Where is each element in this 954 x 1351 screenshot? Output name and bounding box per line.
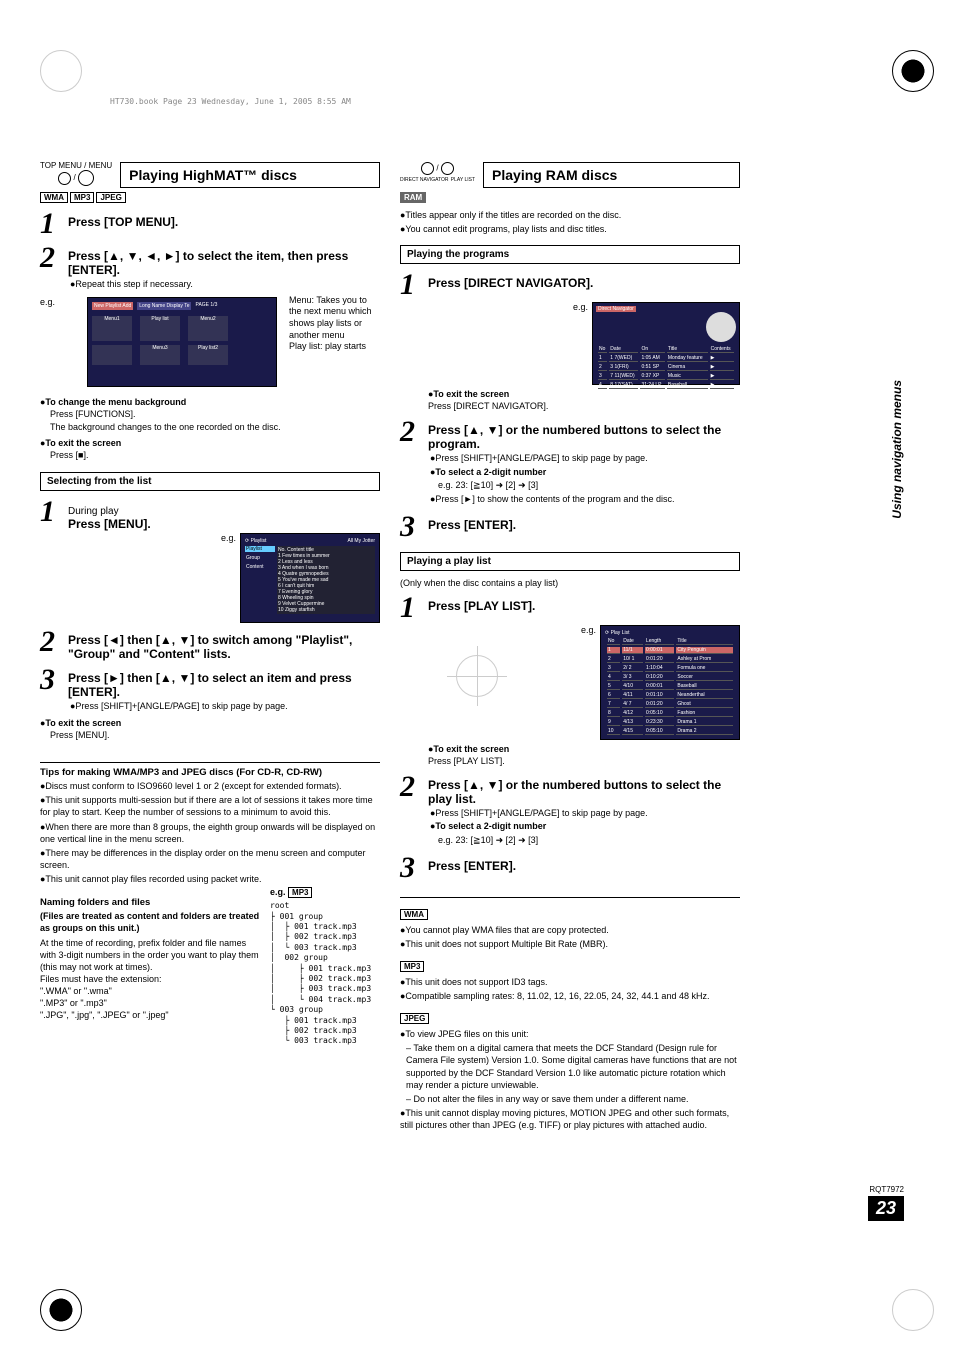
step-text: Press [▲, ▼, ◄, ►] to select the item, t… bbox=[68, 249, 380, 293]
step-number: 3 bbox=[400, 853, 420, 883]
step-number: 3 bbox=[400, 512, 420, 542]
manual-page-23: HT730.book Page 23 Wednesday, June 1, 20… bbox=[0, 0, 954, 1351]
tag-jpeg: JPEG bbox=[96, 192, 125, 203]
crop-mark bbox=[892, 1289, 934, 1331]
highmat-menu-screenshot: New Playlist Add Long Name Display Te PA… bbox=[87, 297, 277, 387]
tag-mp3: MP3 bbox=[400, 961, 424, 972]
step-number: 1 bbox=[400, 593, 420, 623]
crop-mark bbox=[40, 1289, 82, 1331]
step-number: 2 bbox=[400, 772, 420, 802]
left-column: TOP MENU / MENU / Playing HighMAT™ discs… bbox=[40, 160, 380, 1133]
exit-heading: ●To exit the screen bbox=[40, 718, 380, 728]
playlist-menu-screenshot: ⟳ PlaylistAll My Jotter Playlist Group C… bbox=[240, 533, 380, 623]
tag-wma: WMA bbox=[400, 909, 428, 920]
step-number: 2 bbox=[40, 243, 60, 273]
page-number: 23 bbox=[868, 1196, 904, 1221]
step-number: 1 bbox=[400, 270, 420, 300]
format-tags: WMA MP3 JPEG bbox=[40, 192, 380, 203]
step-number: 2 bbox=[400, 417, 420, 447]
page-number-box: RQT7972 23 bbox=[868, 1185, 904, 1221]
tag-jpeg: JPEG bbox=[400, 1013, 429, 1024]
step-text: Press [◄] then [▲, ▼] to switch among "P… bbox=[68, 633, 380, 661]
step-number: 1 bbox=[40, 209, 60, 239]
page-header-info: HT730.book Page 23 Wednesday, June 1, 20… bbox=[110, 97, 351, 106]
change-bg-heading: ●To change the menu background bbox=[40, 397, 380, 407]
step-text: Press [TOP MENU]. bbox=[68, 215, 380, 229]
step-text: Press [ENTER]. bbox=[428, 518, 740, 532]
top-menu-icons: TOP MENU / MENU / bbox=[40, 162, 112, 186]
subsection-heading: Playing a play list bbox=[400, 552, 740, 571]
exit-heading: ●To exit the screen bbox=[40, 438, 380, 448]
step-text: Press [ENTER]. bbox=[428, 859, 740, 873]
naming-heading: Naming folders and files bbox=[40, 897, 264, 908]
section-sidebar-label: Using navigation menus bbox=[890, 380, 904, 519]
step-text: Press [►] then [▲, ▼] to select an item … bbox=[68, 671, 380, 715]
step-text: Press [▲, ▼] or the numbered buttons to … bbox=[428, 423, 740, 508]
step-text: Press [PLAY LIST]. bbox=[428, 599, 740, 613]
folder-tree: e.g. MP3 root ├ 001 group │ ├ 001 track.… bbox=[270, 887, 380, 1046]
example-label: e.g. bbox=[40, 297, 55, 307]
exit-heading: ●To exit the screen bbox=[428, 744, 740, 754]
tips-heading: Tips for making WMA/MP3 and JPEG discs (… bbox=[40, 762, 380, 778]
play-list-screenshot: ⟳ Play List NoDateLengthTitle 111/10:00:… bbox=[600, 625, 740, 740]
doc-id: RQT7972 bbox=[868, 1185, 904, 1194]
tag-wma: WMA bbox=[40, 192, 68, 203]
step-text: Press [DIRECT NAVIGATOR]. bbox=[428, 276, 740, 290]
crop-mark bbox=[892, 50, 934, 92]
tag-mp3: MP3 bbox=[70, 192, 94, 203]
tag-ram: RAM bbox=[400, 192, 426, 203]
step-text: Press [▲, ▼] or the numbered buttons to … bbox=[428, 778, 740, 849]
step-text: During play Press [MENU]. bbox=[68, 503, 380, 531]
step-number: 3 bbox=[40, 665, 60, 695]
subsection-heading: Playing the programs bbox=[400, 245, 740, 264]
section-title: Playing RAM discs bbox=[483, 162, 740, 188]
right-column: / DIRECT NAVIGATOR PLAY LIST Playing RAM… bbox=[400, 160, 740, 1133]
step-number: 1 bbox=[40, 497, 60, 527]
crop-mark-center bbox=[456, 655, 498, 697]
nav-icons: / DIRECT NAVIGATOR PLAY LIST bbox=[400, 162, 475, 183]
subsection-heading: Selecting from the list bbox=[40, 472, 380, 491]
section-title: Playing HighMAT™ discs bbox=[120, 162, 380, 188]
menu-description: Menu: Takes you to the next menu which s… bbox=[289, 295, 380, 353]
step-number: 2 bbox=[40, 627, 60, 657]
crop-mark bbox=[40, 50, 82, 92]
direct-navigator-screenshot: Direct Navigator NoDateOnTitleContents 1… bbox=[592, 302, 740, 385]
